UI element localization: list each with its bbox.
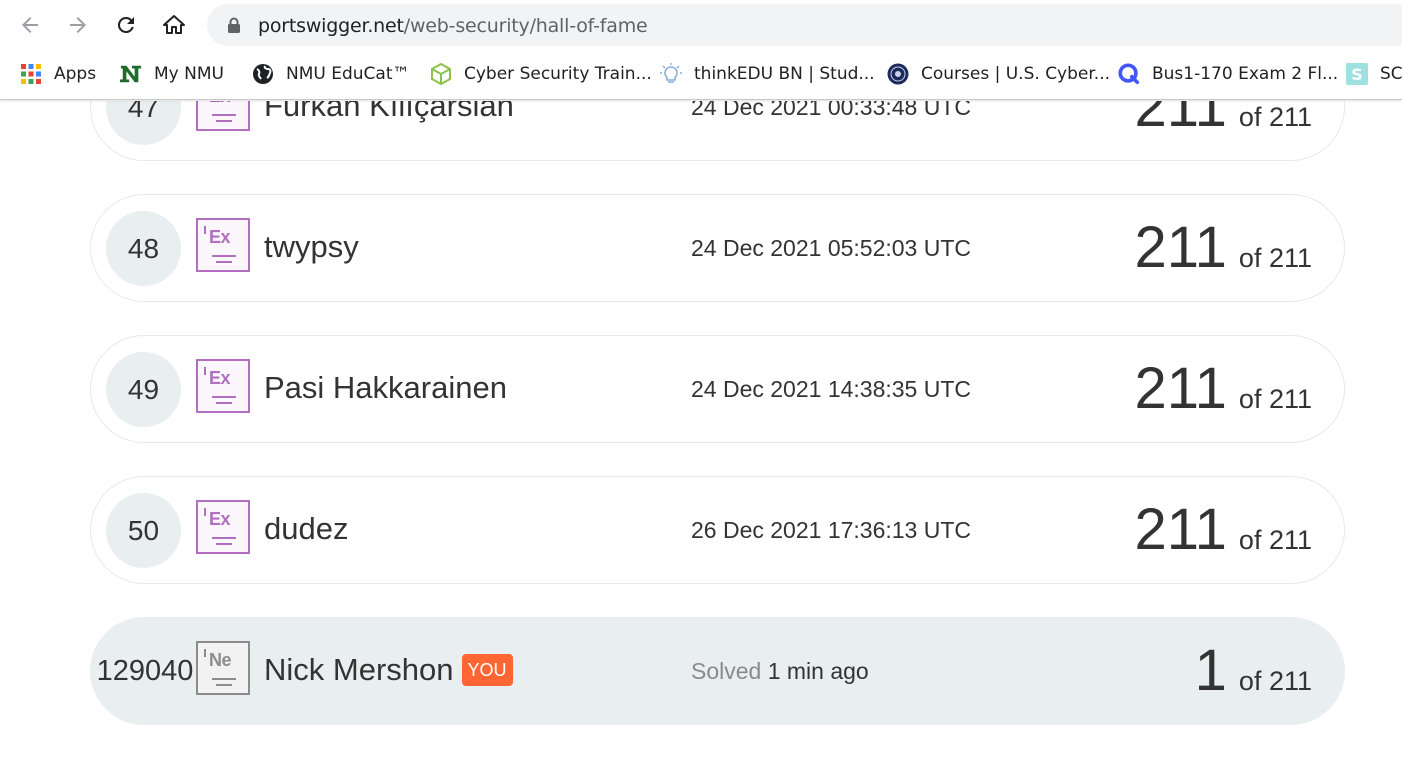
score: 211 of 211	[1134, 101, 1312, 142]
hall-of-fame-list: 47 Ex Furkan Kılıçarslan 24 Dec 2021 00:…	[0, 101, 1402, 768]
home-button[interactable]	[159, 10, 189, 40]
bookmark-label: Cyber Security Train...	[464, 64, 652, 84]
rank-number: 48	[106, 211, 181, 286]
browser-toolbar: portswigger.net/web-security/hall-of-fam…	[0, 0, 1402, 52]
forward-arrow-icon	[70, 17, 86, 33]
leaderboard-row: 50 Ex dudez 26 Dec 2021 17:36:13 UTC 211…	[90, 476, 1345, 584]
completion-date: 24 Dec 2021 14:38:35 UTC	[691, 376, 972, 402]
expert-level-icon: Ex	[196, 218, 250, 272]
globe-icon	[252, 63, 274, 85]
score-total: of 211	[1238, 666, 1312, 696]
bookmark-cyber-security-train[interactable]: Cyber Security Train...	[430, 61, 652, 87]
home-icon	[163, 15, 185, 34]
address-bar[interactable]: portswigger.net/web-security/hall-of-fam…	[207, 4, 1402, 46]
user-name[interactable]: Furkan Kılıçarslan	[264, 101, 514, 124]
solved-time: 1 min ago	[767, 658, 869, 684]
expert-level-icon: Ex	[196, 101, 250, 131]
reload-button[interactable]	[111, 10, 141, 40]
bookmark-apps[interactable]: Apps	[20, 61, 96, 87]
user-name[interactable]: Pasi Hakkarainen	[264, 370, 507, 406]
cube-icon	[430, 63, 452, 85]
nmu-n-icon	[120, 63, 142, 85]
q-icon	[1118, 63, 1140, 85]
leaderboard-row: 47 Ex Furkan Kılıçarslan 24 Dec 2021 00:…	[90, 101, 1345, 161]
score-total: of 211	[1238, 384, 1312, 414]
url-path: /web-security/hall-of-fame	[403, 15, 648, 37]
bookmark-nmu-educat[interactable]: NMU EduCat™	[252, 61, 410, 87]
bookmark-label: My NMU	[154, 64, 224, 84]
completion-date: 24 Dec 2021 05:52:03 UTC	[691, 235, 972, 261]
bookmark-label: Apps	[54, 64, 97, 84]
back-arrow-icon	[22, 17, 38, 33]
user-name[interactable]: dudez	[264, 511, 348, 547]
back-button[interactable]	[15, 10, 45, 40]
forward-button[interactable]	[63, 10, 93, 40]
score-value: 1	[1194, 638, 1227, 703]
bookmark-sc[interactable]: S SC	[1346, 61, 1402, 87]
novice-level-icon: Ne	[196, 641, 250, 695]
rank-number: 50	[106, 493, 181, 568]
bookmark-courses-us-cyber[interactable]: Courses | U.S. Cyber...	[887, 61, 1110, 87]
s-icon: S	[1346, 63, 1368, 85]
bookmark-bus1-170-exam[interactable]: Bus1-170 Exam 2 Fl...	[1118, 61, 1338, 87]
reload-icon	[117, 16, 134, 33]
score: 1 of 211	[1195, 636, 1312, 706]
rank-number: 47	[106, 101, 181, 145]
score-value: 211	[1134, 101, 1227, 139]
url-text[interactable]: portswigger.net/web-security/hall-of-fam…	[258, 15, 648, 37]
score-total: of 211	[1238, 525, 1312, 555]
apps-grid-icon	[20, 63, 42, 85]
expert-level-icon: Ex	[196, 359, 250, 413]
score: 211 of 211	[1134, 213, 1312, 283]
score-total: of 211	[1238, 243, 1312, 273]
you-badge: YOU	[461, 654, 513, 686]
score: 211 of 211	[1134, 354, 1312, 424]
bookmark-label: SC	[1380, 64, 1402, 84]
bookmark-label: Courses | U.S. Cyber...	[921, 64, 1111, 84]
bookmark-label: NMU EduCat™	[286, 64, 410, 84]
bookmark-thinkedu[interactable]: thinkEDU BN | Stud...	[660, 61, 875, 87]
completion-date: 26 Dec 2021 17:36:13 UTC	[691, 517, 972, 543]
leaderboard-row: 49 Ex Pasi Hakkarainen 24 Dec 2021 14:38…	[90, 335, 1345, 443]
rank-number: 49	[106, 352, 181, 427]
completion-date: 24 Dec 2021 00:33:48 UTC	[691, 101, 972, 120]
url-host: portswigger.net	[258, 15, 404, 37]
score-value: 211	[1134, 356, 1227, 421]
solved-status: Solved 1 min ago	[691, 658, 869, 685]
rank-number: 129040	[96, 655, 194, 687]
bookmark-label: Bus1-170 Exam 2 Fl...	[1152, 64, 1339, 84]
seal-icon	[887, 63, 909, 85]
score-total: of 211	[1238, 102, 1312, 132]
expert-level-icon: Ex	[196, 500, 250, 554]
lightbulb-icon	[660, 63, 682, 85]
user-name[interactable]: twypsy	[264, 229, 359, 265]
user-name[interactable]: Nick Mershon YOU	[264, 652, 513, 688]
current-user-row: 129040 Ne Nick Mershon YOU Solved 1 min a…	[90, 617, 1345, 725]
leaderboard-row: 48 Ex twypsy 24 Dec 2021 05:52:03 UTC 21…	[90, 194, 1345, 302]
score: 211 of 211	[1134, 495, 1312, 565]
bookmark-label: thinkEDU BN | Stud...	[694, 64, 875, 84]
lock-icon[interactable]	[227, 17, 241, 34]
bookmarks-bar: Apps My NMU NMU EduCat™ Cyber Security T…	[0, 52, 1402, 100]
score-value: 211	[1134, 497, 1227, 562]
score-value: 211	[1134, 215, 1227, 280]
bookmark-my-nmu[interactable]: My NMU	[120, 61, 224, 87]
user-name-text: Nick Mershon	[264, 652, 454, 687]
solved-label: Solved	[691, 658, 762, 684]
